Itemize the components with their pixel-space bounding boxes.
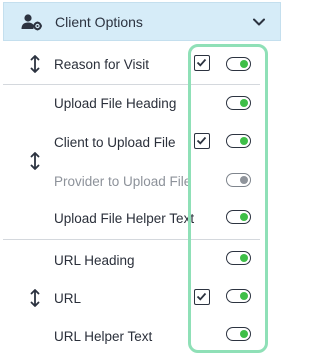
reorder-handle-icon[interactable] — [28, 152, 42, 170]
group-divider — [3, 84, 260, 85]
option-checkbox[interactable] — [194, 289, 210, 305]
option-label: Client to Upload File — [54, 135, 176, 150]
option-toggle[interactable] — [226, 251, 251, 265]
option-checkbox[interactable] — [194, 133, 210, 149]
option-toggle[interactable] — [226, 327, 251, 341]
option-label: Provider to Upload File — [54, 174, 192, 189]
users-gear-icon — [21, 14, 42, 31]
header-title: Client Options — [55, 14, 143, 30]
option-toggle[interactable] — [226, 210, 251, 224]
option-toggle[interactable] — [226, 173, 251, 187]
option-toggle[interactable] — [226, 96, 251, 110]
option-label: Reason for Visit — [54, 57, 150, 72]
option-checkbox[interactable] — [194, 55, 210, 71]
option-label: URL Helper Text — [54, 329, 153, 344]
option-toggle[interactable] — [226, 289, 251, 303]
group-divider — [3, 239, 260, 240]
option-toggle[interactable] — [226, 57, 251, 71]
checkmark-icon — [196, 136, 207, 145]
option-toggle[interactable] — [226, 134, 251, 148]
client-options-header[interactable]: Client Options — [3, 2, 281, 41]
checkmark-icon — [196, 292, 207, 301]
checkmark-icon — [196, 58, 207, 67]
option-label: Upload File Heading — [54, 96, 177, 111]
chevron-down-icon[interactable] — [252, 15, 266, 29]
option-label: Upload File Helper Text — [54, 211, 195, 226]
option-label: URL — [54, 291, 82, 306]
option-label: URL Heading — [54, 253, 135, 268]
client-options-panel: Client Options Reason for Visit Upload F… — [0, 0, 285, 361]
